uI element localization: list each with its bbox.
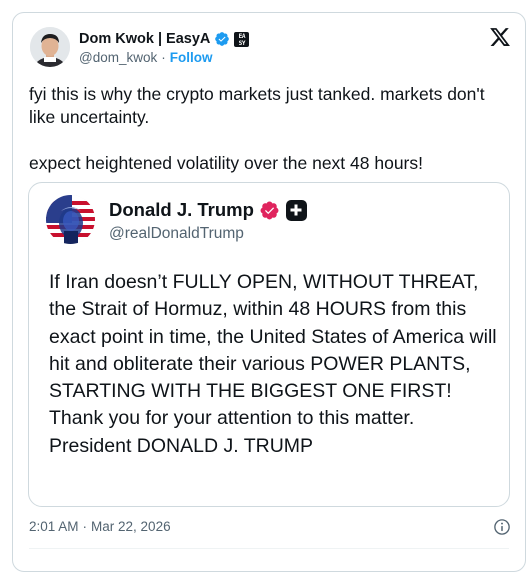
info-icon[interactable] (493, 518, 511, 536)
quoted-author-handle[interactable]: @realDonaldTrump (109, 225, 244, 243)
tweet-text: fyi this is why the crypto markets just … (29, 84, 485, 173)
quoted-post-text: If Iran doesn’t FULLY OPEN, WITHOUT THRE… (49, 271, 503, 457)
author-handle[interactable]: @dom_kwok (79, 50, 157, 65)
x-logo-icon[interactable] (489, 26, 511, 48)
author-name[interactable]: Dom Kwok | EasyA (79, 31, 210, 47)
plus-badge-icon (285, 199, 307, 221)
author-avatar[interactable] (30, 27, 70, 67)
time-separator: · (82, 519, 88, 534)
quoted-post[interactable]: Donald J. Trump @realDonaldTrump If Iran… (28, 182, 510, 507)
verified-badge-icon (215, 32, 230, 46)
handle-row: @dom_kwok · Follow (79, 50, 212, 65)
footer-divider (29, 548, 509, 549)
follow-button[interactable]: Follow (170, 50, 213, 65)
quoted-author-name[interactable]: Donald J. Trump (109, 199, 254, 221)
author-name-row: Dom Kwok | EasyA EA SY (79, 29, 250, 49)
handle-separator: · (161, 50, 166, 65)
verified-badge-icon (260, 201, 279, 219)
tweet-card: Dom Kwok | EasyA EA SY @dom_kwok · Follow… (12, 12, 526, 572)
quoted-name-row: Donald J. Trump (109, 199, 307, 221)
post-date: Mar 22, 2026 (91, 519, 171, 534)
org-badge-icon: EA SY (234, 31, 250, 47)
post-time: 2:01 AM (29, 519, 79, 534)
quoted-author-avatar[interactable] (46, 195, 95, 244)
timestamp[interactable]: 2:01 AM · Mar 22, 2026 (29, 519, 171, 534)
